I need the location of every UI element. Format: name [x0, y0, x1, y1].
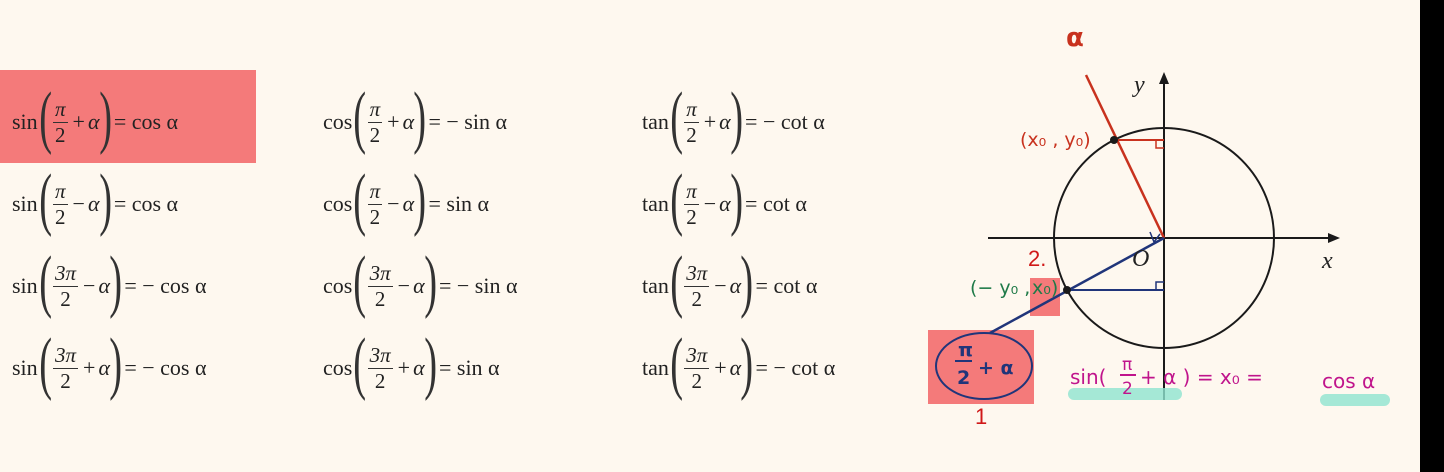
- y-axis-arrow-icon: [1159, 72, 1169, 84]
- upper-right-angle: [1155, 140, 1164, 149]
- lower-point-x0: x₀): [1032, 277, 1058, 299]
- eq-num: π: [1122, 355, 1132, 375]
- lower-right-angle: [1155, 281, 1164, 290]
- upper-point-label: (x₀ , y₀): [1020, 129, 1091, 151]
- axis-x-label: x: [1321, 248, 1333, 274]
- alpha-ray: [1084, 74, 1166, 239]
- lower-point: [1063, 286, 1071, 294]
- axis-y-label: y: [1132, 72, 1145, 98]
- upper-point: [1110, 136, 1118, 144]
- marker-1: 1: [975, 404, 988, 429]
- origin-label: O: [1132, 246, 1149, 272]
- eq-rest: + α ) = x₀ =: [1140, 365, 1263, 389]
- eq-den: 2: [1122, 379, 1133, 399]
- angle-num: π: [958, 339, 973, 361]
- eq-sin: sin(: [1070, 365, 1106, 389]
- eq-cos: cos α: [1322, 369, 1375, 393]
- x-axis-arrow-icon: [1328, 233, 1340, 243]
- angle-den: 2: [957, 367, 970, 389]
- unit-circle-diagram: y x O α (x₀ , y₀) (− y₀ , x₀) π 2 + α si…: [935, 23, 1390, 406]
- teal-highlight-right: [1320, 394, 1390, 406]
- angle-rest: + α: [978, 357, 1014, 379]
- alpha-label: α: [1066, 23, 1084, 53]
- slide: sin(π 2 + α) = cos α cos(π 2 + α) = − sin α tan(π 2…: [0, 0, 1420, 472]
- lower-point-label: (− y₀ ,: [970, 277, 1030, 299]
- marker-2: 2.: [1028, 246, 1047, 271]
